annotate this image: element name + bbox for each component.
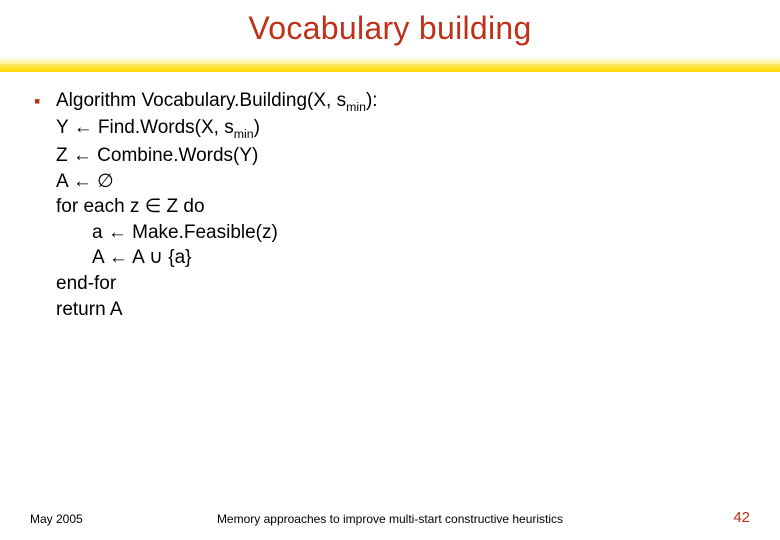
footer-page-number: 42 bbox=[733, 509, 750, 526]
bullet-icon: ▪ bbox=[34, 88, 56, 115]
algo-line-5: a ← Make.Feasible(z) bbox=[34, 220, 746, 246]
algo-l1-post: ) bbox=[254, 117, 260, 138]
algo-line-4: for each z ∈ Z do bbox=[34, 194, 746, 220]
algorithm-header: Algorithm Vocabulary.Building(X, smin): bbox=[56, 88, 378, 115]
algo-line-3: A ← ∅ bbox=[34, 169, 746, 195]
stripe-band bbox=[0, 69, 780, 72]
algo-line-1: Y ← Find.Words(X, smin) bbox=[34, 115, 746, 142]
algo-l1-pre: Y ← Find.Words(X, s bbox=[56, 117, 234, 138]
footer-caption: Memory approaches to improve multi-start… bbox=[0, 512, 780, 526]
algo-l1-sub: min bbox=[234, 127, 254, 141]
slide-title: Vocabulary building bbox=[0, 0, 780, 47]
algo-line-8: return A bbox=[34, 297, 746, 323]
algo-header-pre: Algorithm Vocabulary.Building(X, s bbox=[56, 90, 346, 111]
slide: Vocabulary building ▪ Algorithm Vocabula… bbox=[0, 0, 780, 540]
algo-line-6: A ← A ∪ {a} bbox=[34, 245, 746, 271]
algorithm-header-row: ▪ Algorithm Vocabulary.Building(X, smin)… bbox=[34, 88, 746, 115]
algo-line-2: Z ← Combine.Words(Y) bbox=[34, 143, 746, 169]
algo-header-post: ): bbox=[366, 90, 378, 111]
title-underline-stripe bbox=[0, 58, 780, 72]
slide-body: ▪ Algorithm Vocabulary.Building(X, smin)… bbox=[34, 88, 746, 322]
algo-line-7: end-for bbox=[34, 271, 746, 297]
algo-header-sub: min bbox=[346, 100, 366, 114]
